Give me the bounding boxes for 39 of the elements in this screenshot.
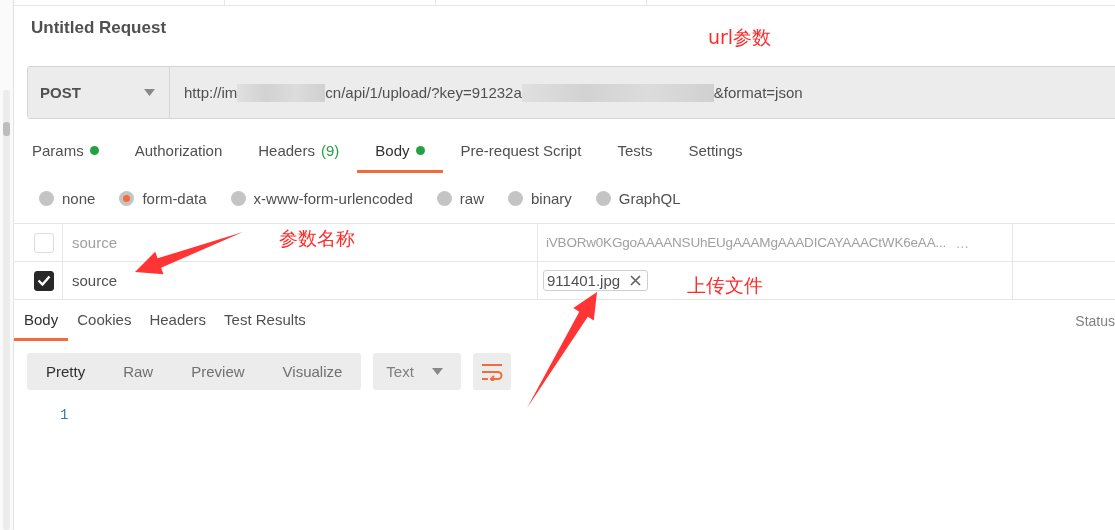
body-type-radio[interactable]: raw bbox=[436, 189, 484, 207]
body-type-radio[interactable]: none bbox=[39, 189, 96, 207]
request-tab[interactable]: Settings bbox=[670, 131, 761, 173]
request-tab[interactable]: Pre-request Script bbox=[442, 131, 600, 173]
request-tab[interactable]: Body bbox=[357, 131, 443, 173]
request-title: Untitled Request bbox=[31, 18, 167, 38]
key-text: source bbox=[72, 272, 118, 289]
checkbox[interactable] bbox=[34, 270, 54, 291]
wrap-icon bbox=[481, 362, 504, 381]
view-mode-tab[interactable]: Pretty bbox=[27, 353, 105, 390]
body-type-radio[interactable]: GraphQL bbox=[595, 189, 681, 207]
annotation-label: 参数名称 bbox=[279, 226, 355, 251]
response-tab[interactable]: Headers bbox=[140, 300, 216, 341]
line-number: 1 bbox=[60, 407, 70, 423]
request-tab[interactable]: Tests bbox=[599, 131, 671, 173]
scrollbar[interactable] bbox=[3, 90, 10, 530]
wrap-lines-button[interactable] bbox=[473, 353, 512, 390]
annotation-label: 上传文件 bbox=[687, 273, 763, 298]
file-chip[interactable]: 911401.jpg bbox=[543, 270, 649, 291]
close-icon[interactable] bbox=[630, 275, 642, 286]
body-type-radio[interactable]: binary bbox=[507, 189, 572, 207]
key-text: source bbox=[72, 234, 118, 251]
view-mode-tab[interactable]: Visualize bbox=[263, 353, 362, 390]
status-label: Status bbox=[1075, 311, 1115, 331]
response-tab[interactable]: Cookies bbox=[68, 300, 141, 341]
request-tab[interactable]: Params bbox=[14, 131, 117, 173]
caret-icon bbox=[432, 368, 444, 375]
view-mode-tab[interactable]: Raw bbox=[104, 353, 173, 390]
body-type-radio[interactable]: form-data bbox=[119, 189, 207, 207]
request-tab[interactable]: Authorization bbox=[116, 131, 241, 173]
value-text: iVBORw0KGgoAAAANSUhEUgAAAMgAAADICAYAAACtWK6eAA... bbox=[546, 235, 947, 250]
view-mode-tab[interactable]: Preview bbox=[172, 353, 264, 390]
request-tab[interactable]: Headers (9) bbox=[240, 131, 358, 173]
annotation-label: url参数 bbox=[708, 25, 772, 50]
header-count: (9) bbox=[320, 142, 340, 159]
more-text: ... bbox=[956, 234, 969, 251]
response-tab[interactable]: Test Results bbox=[215, 300, 315, 341]
body-type-radio[interactable]: x-www-form-urlencoded bbox=[230, 189, 413, 207]
response-tab[interactable]: Body bbox=[14, 300, 69, 341]
